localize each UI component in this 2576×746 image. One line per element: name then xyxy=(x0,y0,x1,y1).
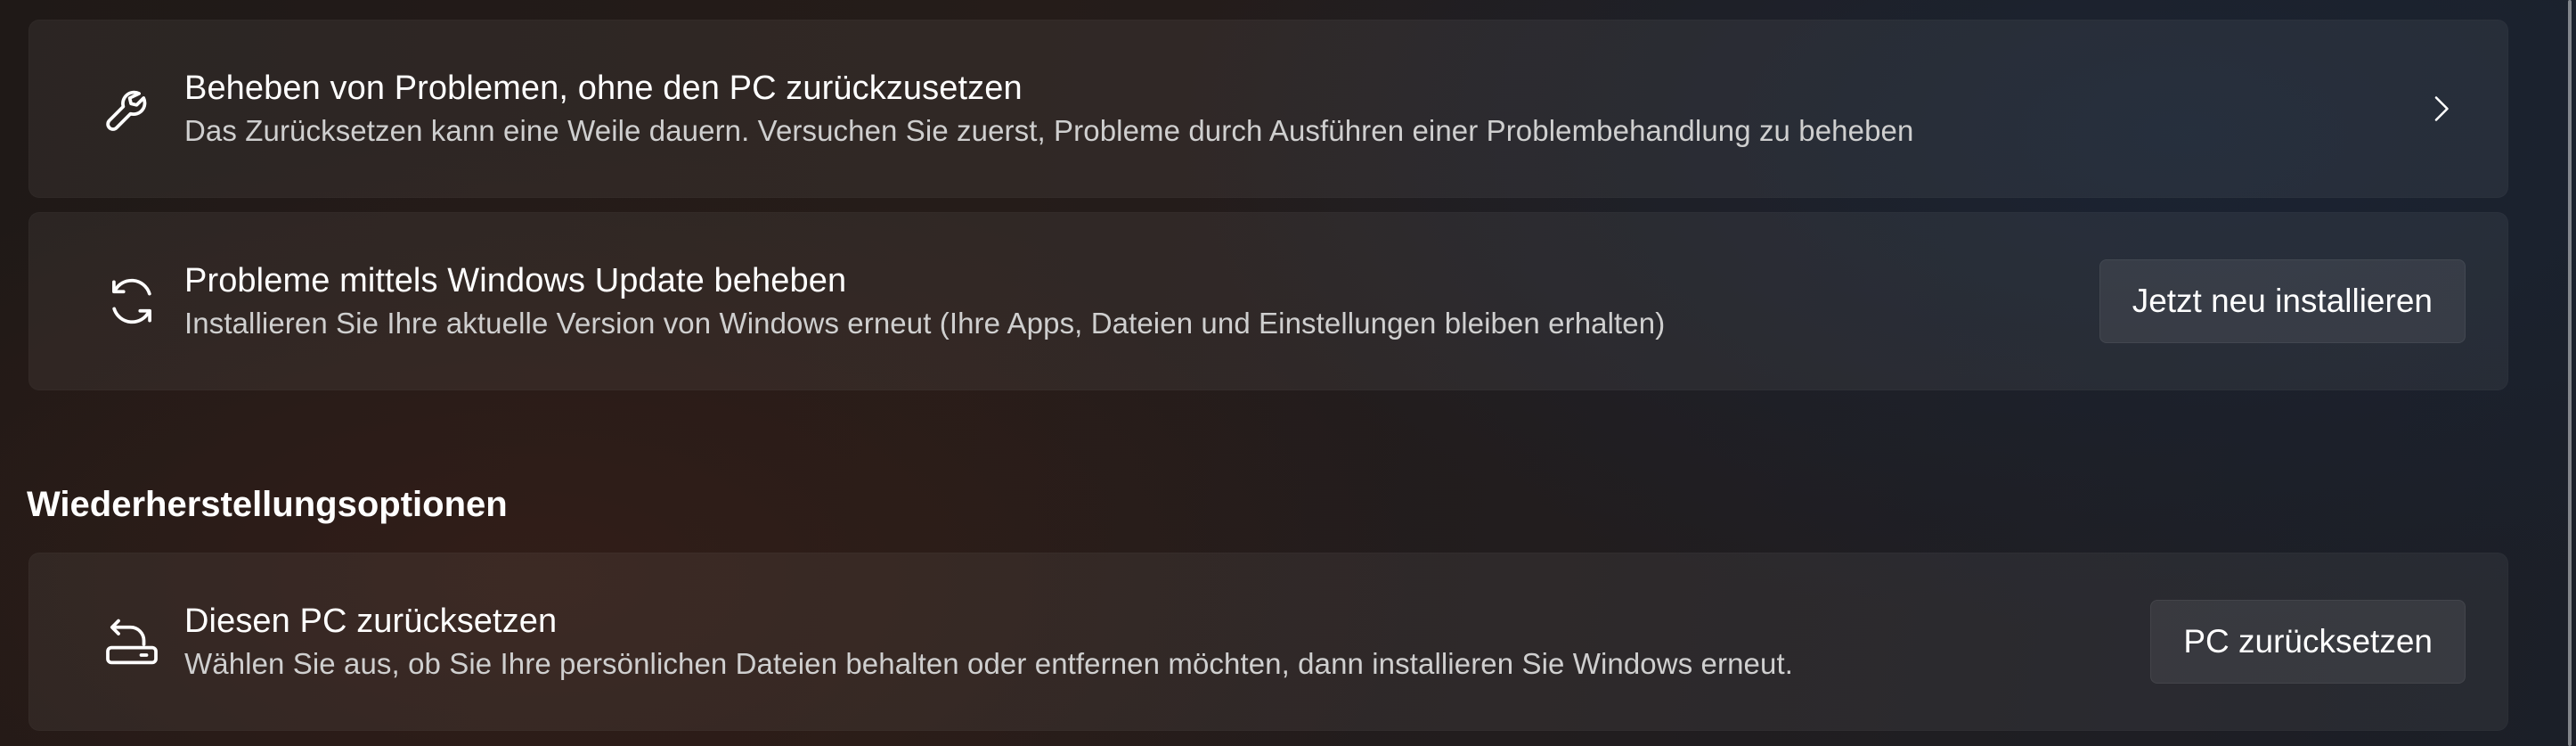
sync-icon xyxy=(100,269,164,333)
windows-update-title: Probleme mittels Windows Update beheben xyxy=(184,262,847,299)
scrollbar-thumb[interactable] xyxy=(2568,0,2572,746)
windows-update-description: Installieren Sie Ihre aktuelle Version v… xyxy=(184,307,1666,340)
troubleshoot-title: Beheben von Problemen, ohne den PC zurüc… xyxy=(184,70,1023,107)
troubleshoot-card[interactable]: Beheben von Problemen, ohne den PC zurüc… xyxy=(29,20,2508,198)
reset-pc-text: Diesen PC zurücksetzen Wählen Sie aus, o… xyxy=(184,599,1793,685)
reinstall-now-button[interactable]: Jetzt neu installieren xyxy=(2099,259,2466,343)
scrollbar[interactable] xyxy=(2562,0,2576,746)
windows-update-text: Probleme mittels Windows Update beheben … xyxy=(184,258,1665,344)
reset-pc-icon xyxy=(100,610,164,674)
recovery-settings-page: Beheben von Problemen, ohne den PC zurüc… xyxy=(0,0,2576,746)
windows-update-fix-card: Probleme mittels Windows Update beheben … xyxy=(29,212,2508,390)
recovery-options-heading: Wiederherstellungsoptionen xyxy=(27,485,508,524)
reset-pc-description: Wählen Sie aus, ob Sie Ihre persönlichen… xyxy=(184,647,1793,680)
reset-pc-title: Diesen PC zurücksetzen xyxy=(184,603,558,640)
troubleshoot-text: Beheben von Problemen, ohne den PC zurüc… xyxy=(184,66,1913,152)
troubleshoot-description: Das Zurücksetzen kann eine Weile dauern.… xyxy=(184,114,1914,147)
reset-pc-card: Diesen PC zurücksetzen Wählen Sie aus, o… xyxy=(29,553,2508,731)
reset-pc-button[interactable]: PC zurücksetzen xyxy=(2150,600,2466,684)
wrench-icon xyxy=(100,77,164,141)
chevron-right-icon[interactable] xyxy=(2423,91,2458,127)
